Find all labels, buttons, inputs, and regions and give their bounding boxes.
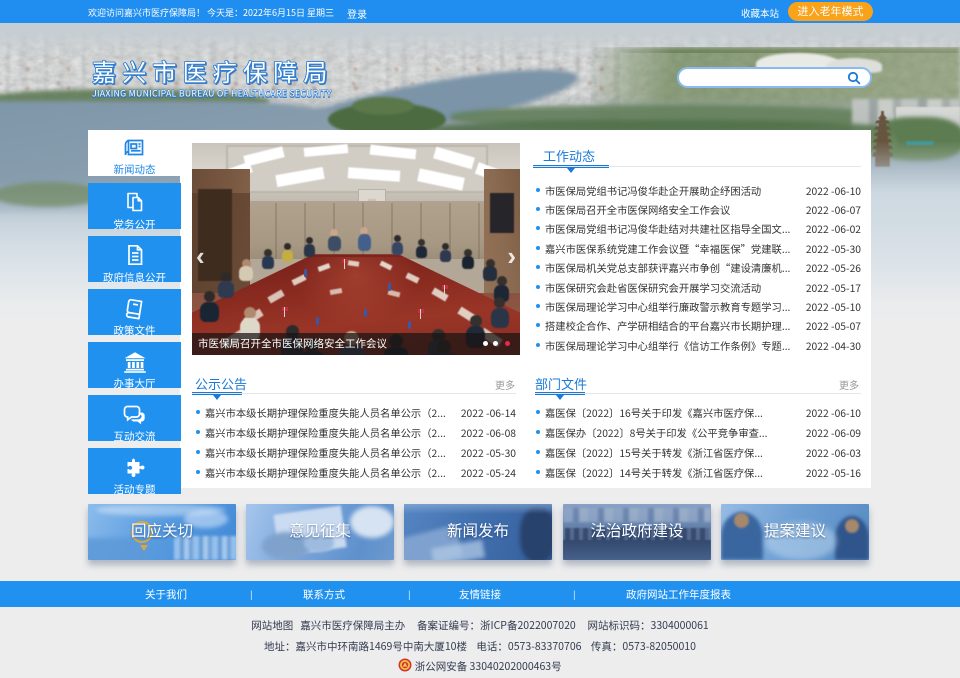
svg-text:嘉兴市医疗保障局: 嘉兴市医疗保障局: [92, 53, 334, 88]
svg-text:JIAXING MUNICIPAL BUREAU OF HE: JIAXING MUNICIPAL BUREAU OF HEALTHCARE S…: [92, 87, 332, 100]
